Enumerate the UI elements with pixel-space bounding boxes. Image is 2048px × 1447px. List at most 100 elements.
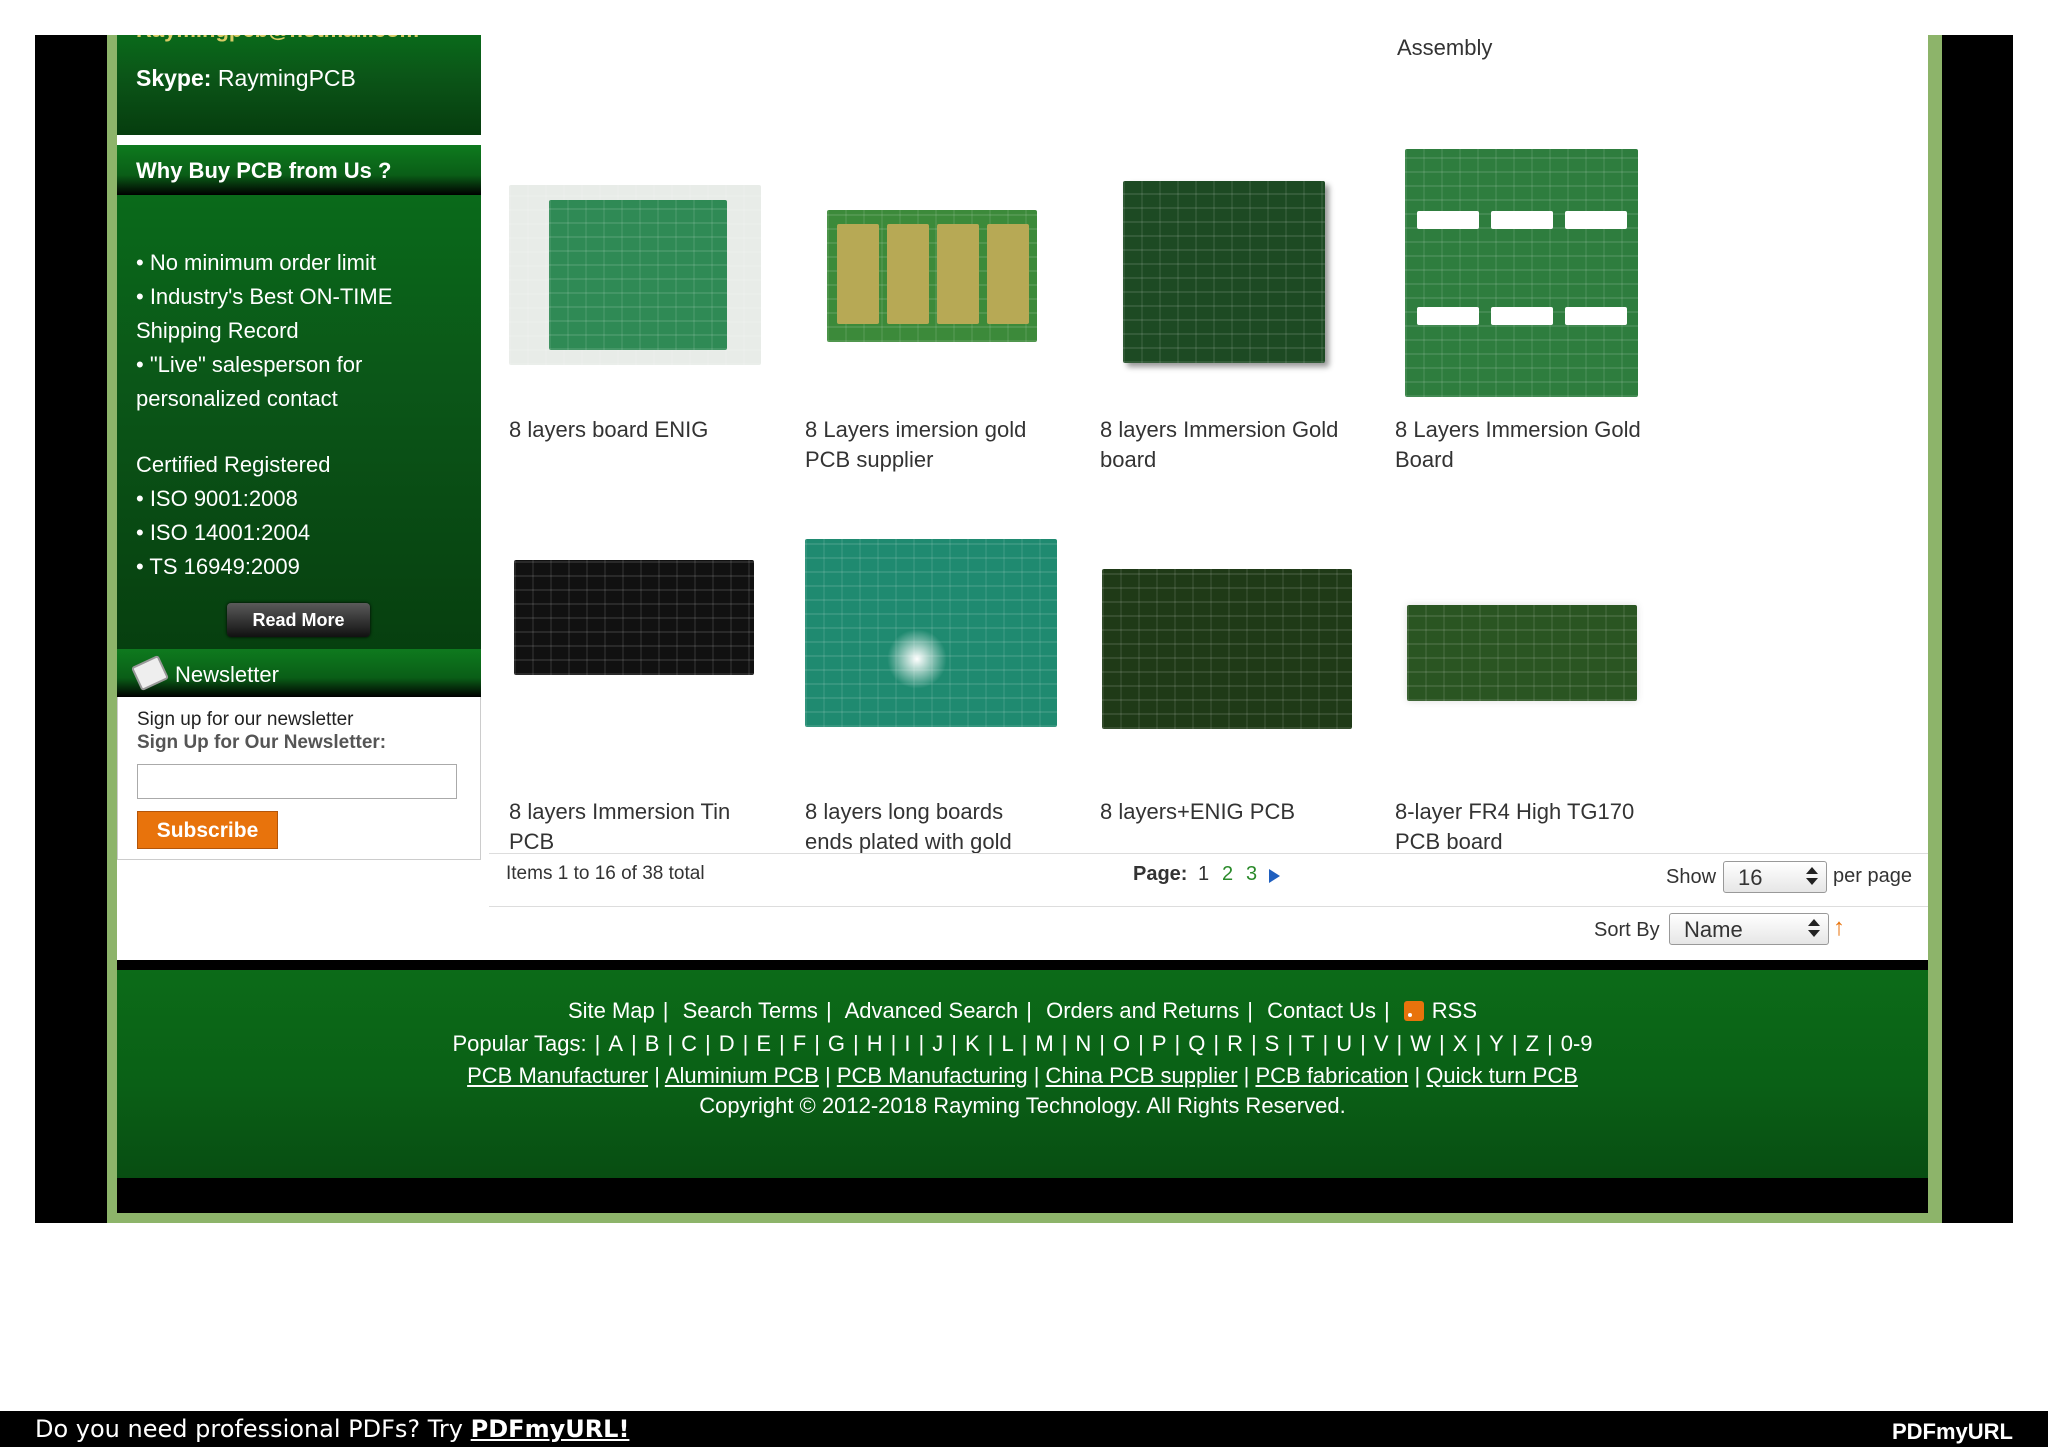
tag-separator: | <box>1511 1031 1518 1056</box>
tag-link[interactable]: Y <box>1489 1031 1504 1056</box>
pdf-banner-text: Do you need professional PDFs? Try PDFmy… <box>35 1415 629 1443</box>
product-image[interactable] <box>827 210 1037 342</box>
product-name[interactable]: 8-layer FR4 High TG170 PCB board <box>1395 797 1675 857</box>
tag-link[interactable]: 0-9 <box>1561 1031 1593 1056</box>
tag-separator: | <box>1322 1031 1329 1056</box>
tag-link[interactable]: U <box>1336 1031 1352 1056</box>
tag-link[interactable]: M <box>1035 1031 1053 1056</box>
product-name[interactable]: 8 Layers Immersion Gold Board <box>1395 415 1675 475</box>
per-page-select[interactable]: 16 <box>1723 861 1827 893</box>
product-image[interactable] <box>805 539 1057 727</box>
product-name-line: 8 Layers Immersion Gold <box>1395 417 1641 442</box>
tag-link[interactable]: H <box>867 1031 883 1056</box>
footer-link-contact-us[interactable]: Contact Us <box>1267 998 1376 1023</box>
sidebar: Raymingpcb@hotmail.com Skype: RaymingPCB… <box>117 35 481 861</box>
newsletter-title: Newsletter <box>175 662 279 687</box>
sort-direction-icon[interactable]: ↑ <box>1833 914 1845 942</box>
toolbar-divider <box>489 853 1928 854</box>
pcb-cutout <box>1565 211 1627 229</box>
tag-separator: | <box>1475 1031 1482 1056</box>
tag-link[interactable]: D <box>719 1031 735 1056</box>
tag-link[interactable]: C <box>681 1031 697 1056</box>
tag-link[interactable]: E <box>756 1031 771 1056</box>
tag-link[interactable]: N <box>1075 1031 1091 1056</box>
why-line: Certified Registered <box>136 452 331 477</box>
product-name-line: 8 layers Immersion Gold <box>1100 417 1339 442</box>
seo-link[interactable]: Aluminium PCB <box>665 1063 819 1088</box>
toolbar-divider <box>489 906 1928 907</box>
product-name[interactable]: 8 layers+ENIG PCB <box>1100 797 1380 827</box>
product-image[interactable] <box>1123 181 1325 363</box>
tag-link[interactable]: L <box>1001 1031 1013 1056</box>
tag-separator: | <box>779 1031 785 1056</box>
seo-link[interactable]: PCB Manufacturing <box>837 1063 1028 1088</box>
pcb-cutout <box>1491 211 1553 229</box>
product-image[interactable] <box>514 560 754 675</box>
tag-separator: | <box>1250 1031 1257 1056</box>
product-name-partial[interactable]: Assembly <box>1397 35 1492 61</box>
product-name[interactable]: 8 Layers imersion gold PCB supplier <box>805 415 1085 475</box>
tag-link[interactable]: R <box>1227 1031 1243 1056</box>
read-more-button[interactable]: Read More <box>227 603 370 637</box>
seo-link[interactable]: PCB Manufacturer <box>467 1063 648 1088</box>
tag-link[interactable]: J <box>932 1031 943 1056</box>
tag-link[interactable]: X <box>1453 1031 1468 1056</box>
pdfmyurl-logo[interactable]: PDFmyURL <box>1892 1419 2013 1445</box>
tag-link[interactable]: O <box>1113 1031 1130 1056</box>
product-name[interactable]: 8 layers long boards ends plated with go… <box>805 797 1085 857</box>
tag-separator: | <box>742 1031 749 1056</box>
product-name[interactable]: 8 layers board ENIG <box>509 415 789 445</box>
footer-link-rss[interactable]: RSS <box>1432 998 1477 1023</box>
tag-link[interactable]: P <box>1152 1031 1167 1056</box>
tag-link[interactable]: A <box>608 1031 623 1056</box>
rss-icon[interactable] <box>1403 1001 1424 1021</box>
tag-separator: | <box>1439 1031 1445 1056</box>
footer-link-advanced-search[interactable]: Advanced Search <box>845 998 1019 1023</box>
tag-link[interactable]: W <box>1410 1031 1431 1056</box>
seo-link[interactable]: PCB fabrication <box>1255 1063 1408 1088</box>
why-buy-title: Why Buy PCB from Us ? <box>136 158 392 183</box>
tag-link[interactable]: F <box>793 1031 806 1056</box>
subscribe-button[interactable]: Subscribe <box>137 811 278 849</box>
footer-link-search-terms[interactable]: Search Terms <box>683 998 818 1023</box>
tag-separator: | <box>853 1031 859 1056</box>
product-name[interactable]: 8 layers Immersion Tin PCB <box>509 797 789 857</box>
footer-link-orders-returns[interactable]: Orders and Returns <box>1046 998 1239 1023</box>
product-image[interactable] <box>1407 605 1637 701</box>
footer-link-site-map[interactable]: Site Map <box>568 998 655 1023</box>
sort-by-select[interactable]: Name <box>1669 913 1829 945</box>
product-image[interactable] <box>1405 149 1638 397</box>
seo-link[interactable]: Quick turn PCB <box>1426 1063 1578 1088</box>
tag-link[interactable]: I <box>904 1031 910 1056</box>
why-line: • ISO 14001:2004 <box>136 520 311 545</box>
footer-top-bar <box>117 960 1928 970</box>
copyright: Copyright © 2012-2018 Rayming Technology… <box>699 1093 1346 1118</box>
tag-link[interactable]: K <box>965 1031 980 1056</box>
tag-link[interactable]: Z <box>1526 1031 1539 1056</box>
next-page-icon[interactable] <box>1269 869 1280 883</box>
tag-link[interactable]: G <box>828 1031 845 1056</box>
product-image[interactable] <box>1102 569 1352 729</box>
msn-contact[interactable]: Raymingpcb@hotmail.com <box>136 35 419 43</box>
seo-link[interactable]: China PCB supplier <box>1046 1063 1238 1088</box>
pdfmyurl-link[interactable]: PDFmyURL! <box>471 1415 630 1443</box>
newsletter-email-input[interactable] <box>137 764 457 799</box>
tag-link[interactable]: B <box>645 1031 660 1056</box>
page-3-link[interactable]: 3 <box>1246 863 1257 886</box>
select-arrows-icon <box>1806 867 1818 887</box>
tag-link[interactable]: V <box>1374 1031 1389 1056</box>
tag-link[interactable]: T <box>1301 1031 1314 1056</box>
product-image[interactable] <box>509 185 761 365</box>
product-name-line: 8 layers Immersion Tin <box>509 799 731 824</box>
tag-separator: | <box>1061 1031 1068 1056</box>
tag-separator: | <box>1174 1031 1181 1056</box>
why-line: • Industry's Best ON-TIME <box>136 284 393 309</box>
tag-link[interactable]: S <box>1265 1031 1280 1056</box>
page-2-link[interactable]: 2 <box>1222 863 1233 886</box>
tag-link[interactable]: Q <box>1188 1031 1205 1056</box>
footer: Site Map | Search Terms | Advanced Search |… <box>117 970 1928 1178</box>
tag-separator: | <box>918 1031 925 1056</box>
tag-separator: | <box>1138 1031 1144 1056</box>
product-name[interactable]: 8 layers Immersion Gold board <box>1100 415 1380 475</box>
pcb-cutout <box>1491 307 1553 325</box>
